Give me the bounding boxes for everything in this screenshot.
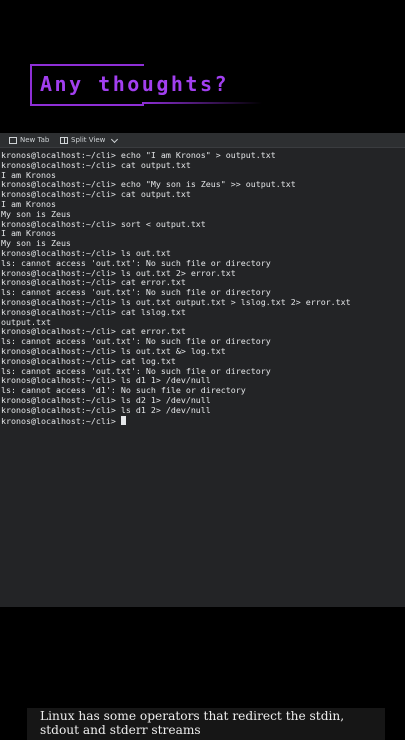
banner-underline <box>142 102 262 104</box>
terminal-line: kronos@localhost:~/cli> cat lslog.txt <box>1 306 186 317</box>
new-tab-label: New Tab <box>20 136 50 144</box>
terminal-line: kronos@localhost:~/cli> sort < output.tx… <box>1 218 206 229</box>
split-view-label: Split View <box>71 136 106 144</box>
terminal-line: kronos@localhost:~/cli> cat output.txt <box>1 189 191 200</box>
title-banner: Any thoughts? <box>30 64 262 106</box>
chevron-down-icon[interactable] <box>111 135 119 143</box>
new-tab-button[interactable]: New Tab <box>9 135 49 145</box>
split-view-button[interactable]: Split View <box>60 135 119 145</box>
split-view-icon <box>60 136 68 144</box>
terminal-line: kronos@localhost:~/cli> cat output.txt <box>1 159 191 170</box>
new-tab-icon <box>9 136 17 144</box>
banner-title: Any thoughts? <box>40 72 230 96</box>
terminal-toolbar: New Tab Split View <box>0 133 405 148</box>
text-cursor <box>120 415 126 425</box>
terminal-output[interactable]: kronos@localhost:~/cli> echo "I am Krono… <box>1 150 405 426</box>
terminal-line: kronos@localhost:~/cli> ls d1 2> /dev/nu… <box>1 404 211 415</box>
terminal-window: New Tab Split View kronos@localhost:~/cl… <box>0 133 405 740</box>
caption-text: Linux has some operators that redirect t… <box>40 709 345 737</box>
caption-box: Linux has some operators that redirect t… <box>27 708 385 740</box>
terminal-prompt: kronos@localhost:~/cli> <box>1 415 121 426</box>
terminal-prompt-line[interactable]: kronos@localhost:~/cli> <box>1 415 405 426</box>
